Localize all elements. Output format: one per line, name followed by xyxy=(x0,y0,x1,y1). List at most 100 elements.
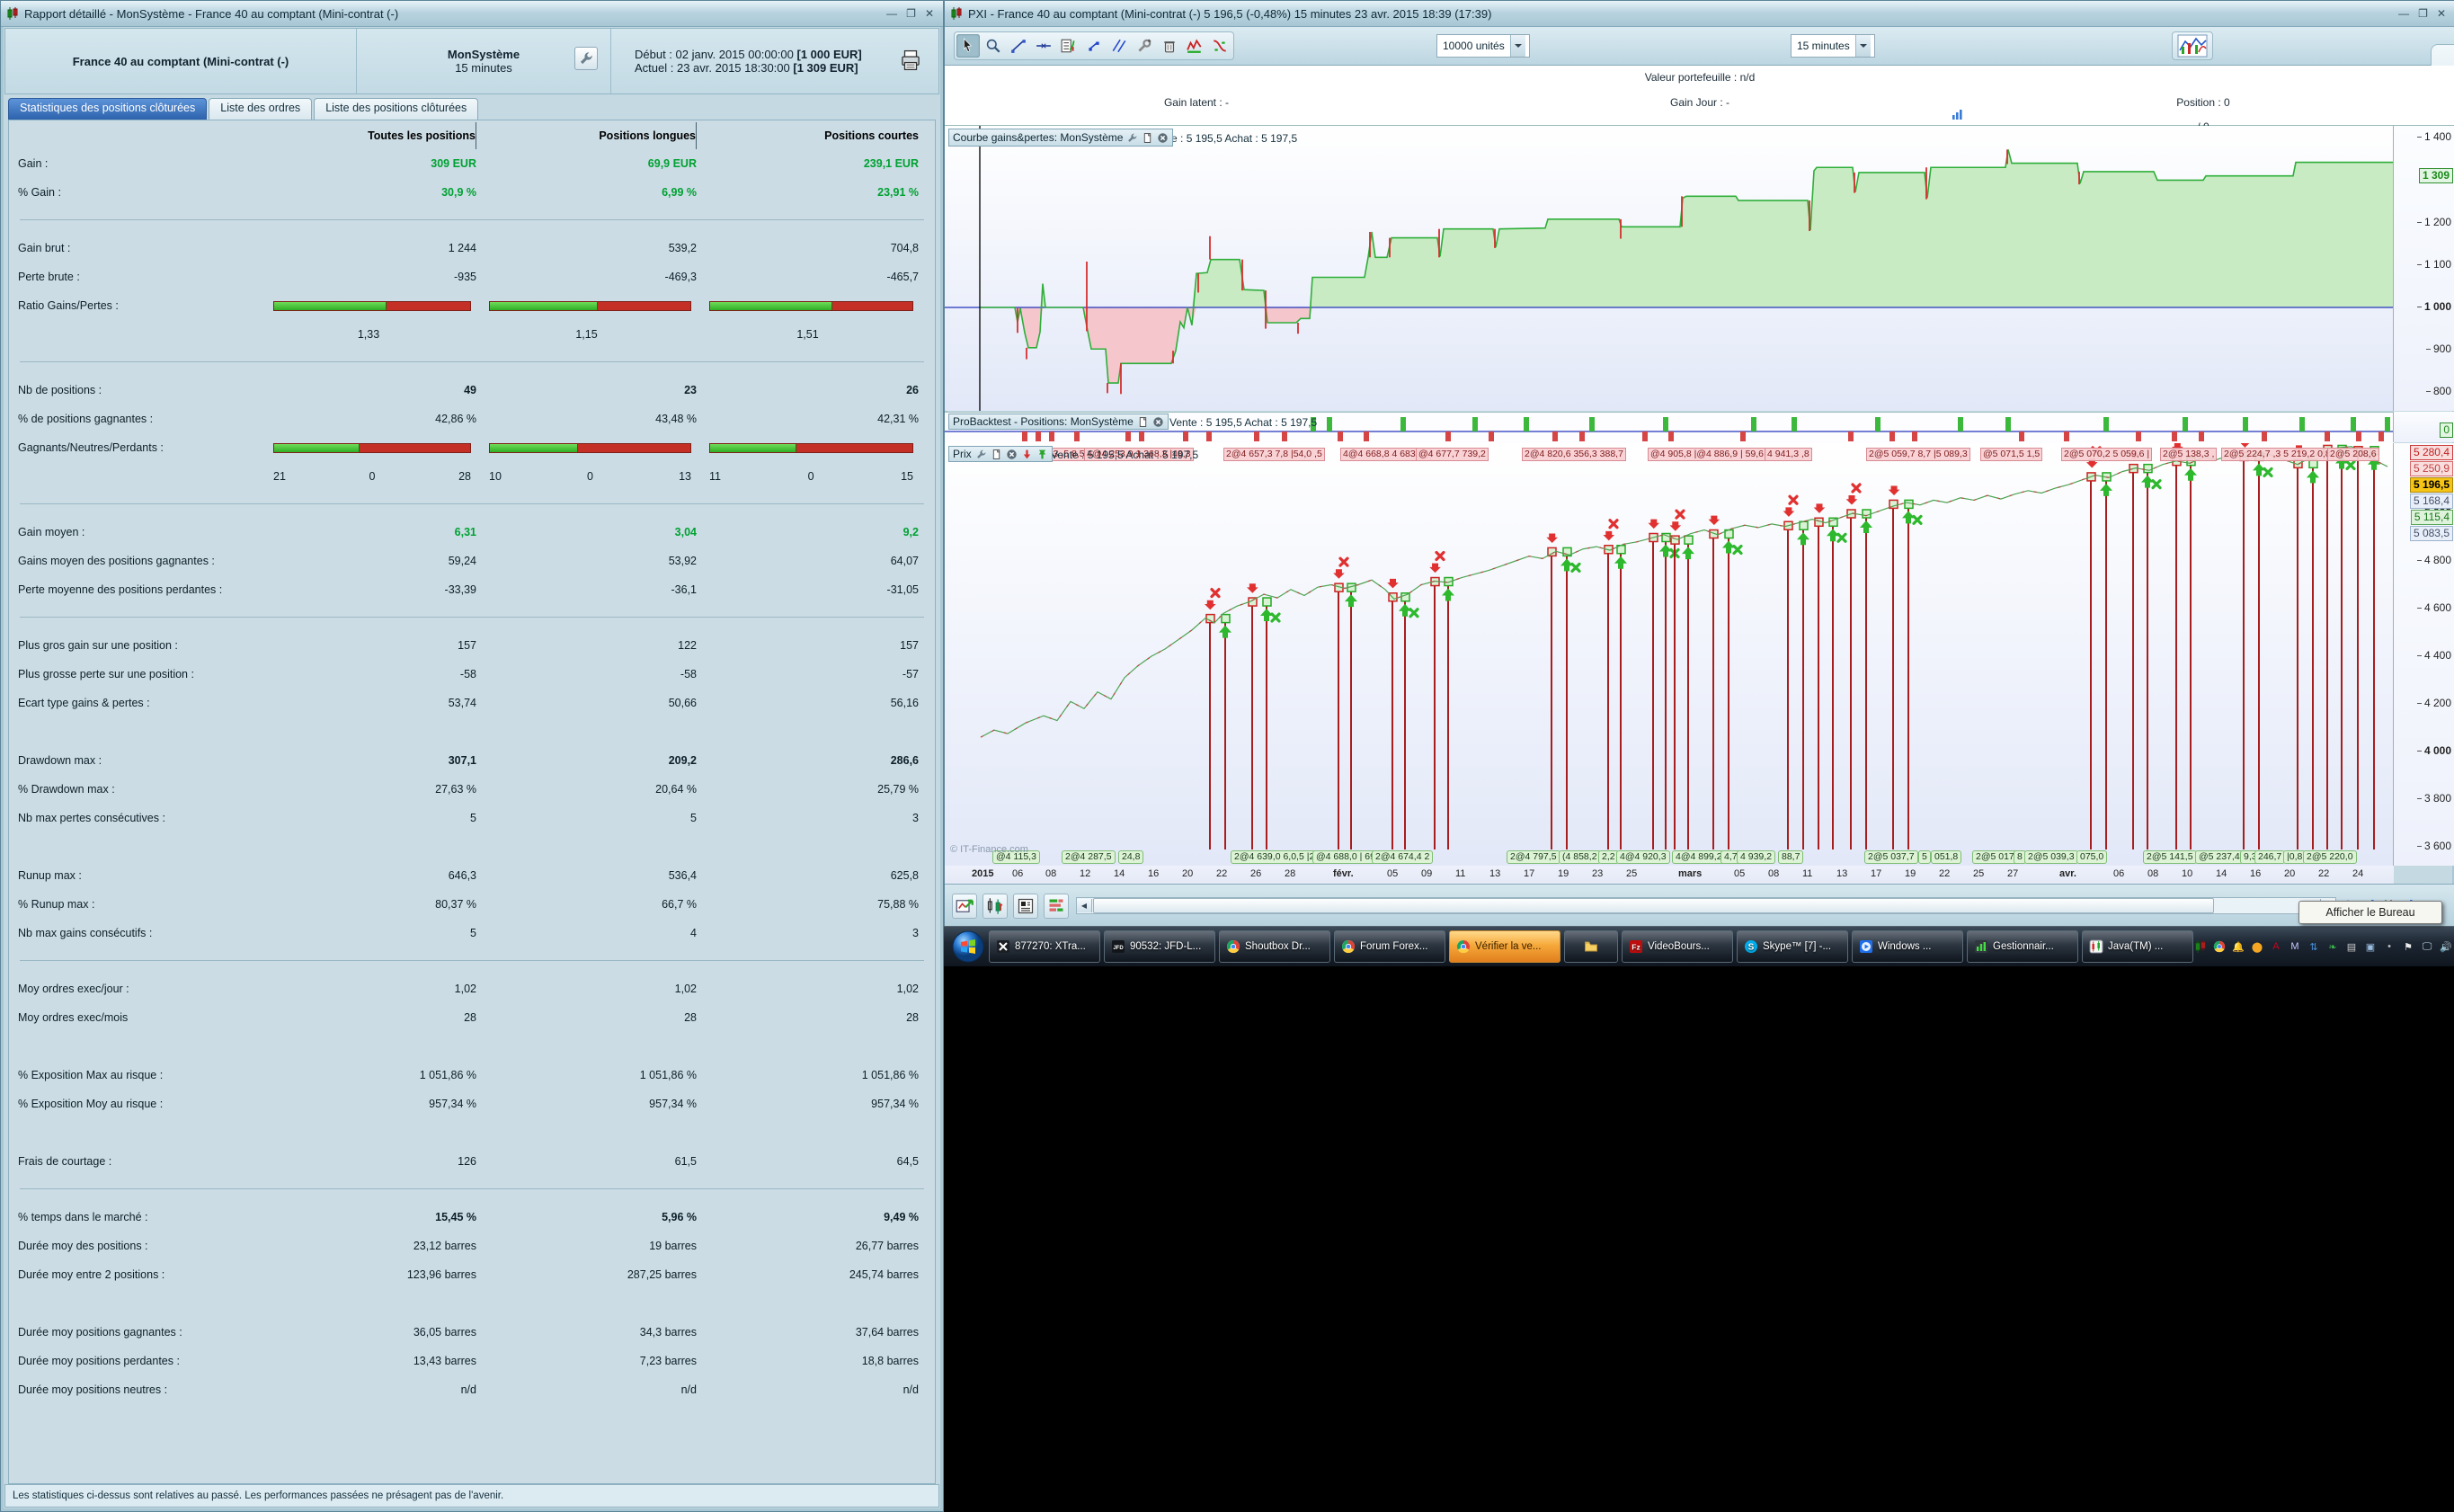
date-tick: 22 xyxy=(2318,868,2329,879)
flag-error-tray-icon[interactable]: ⚑ xyxy=(2401,939,2415,954)
orders-tool-button[interactable] xyxy=(1057,34,1080,58)
system-settings-wrench-icon[interactable] xyxy=(574,47,598,73)
close-icon[interactable]: ✕ xyxy=(2437,7,2446,20)
taskbar-button-taskmgr[interactable]: Gestionnair... xyxy=(1967,930,2078,963)
order-sell-label: @4 905,8 |@4 886,9 | 59,6 xyxy=(1648,448,1766,461)
report-titlebar[interactable]: Rapport détaillé - MonSystème - France 4… xyxy=(1,1,943,27)
price-chart-plot[interactable]: 09@4 098,3 ,5 8,54@4 253,9 1 368,3 |48,3… xyxy=(945,443,2394,866)
taskbar-button-fz[interactable]: FzVideoBours... xyxy=(1622,930,1733,963)
volume-tray-icon[interactable]: 🔊 xyxy=(2439,939,2453,954)
zigzag-tool-button[interactable] xyxy=(1183,34,1206,58)
sync-tray-icon[interactable]: ⇅ xyxy=(2307,939,2321,954)
leaf-tray-icon[interactable]: ❧ xyxy=(2325,939,2340,954)
price-panel-header[interactable]: Prix xyxy=(948,446,1053,462)
update-tray-icon[interactable]: ⬤ xyxy=(2250,939,2264,954)
parallel-lines-tool-button[interactable] xyxy=(1107,34,1131,58)
chart-titlebar[interactable]: PXI - France 40 au comptant (Mini-contra… xyxy=(945,1,2454,27)
units-dropdown[interactable]: 10000 unités xyxy=(1436,34,1530,58)
date-tick: 08 xyxy=(1768,868,1779,879)
copy-page-icon[interactable] xyxy=(991,449,1002,460)
svg-text:JFD: JFD xyxy=(1113,946,1124,951)
screen-tray-icon[interactable]: ▣ xyxy=(2363,939,2378,954)
restore-icon[interactable]: ❐ xyxy=(906,7,916,20)
print-icon[interactable] xyxy=(899,49,922,72)
candle-tray-icon[interactable] xyxy=(2193,939,2208,954)
section-divider xyxy=(20,503,924,504)
candle-list-icon[interactable] xyxy=(982,894,1008,919)
column-header-all[interactable]: Toutes les positions xyxy=(261,122,476,149)
minimize-icon[interactable]: — xyxy=(2398,7,2409,20)
timeframe-dropdown[interactable]: 15 minutes xyxy=(1791,34,1875,58)
positions-chart-icon[interactable] xyxy=(1952,109,2454,120)
pattern-tool-button[interactable] xyxy=(1208,34,1231,58)
taskbar-button-label: Vérifier la ve... xyxy=(1475,941,1542,952)
tools-tool-button[interactable] xyxy=(1133,34,1156,58)
positions-panel-header[interactable]: ProBacktest - Positions: MonSystème xyxy=(948,414,1169,430)
taskbar-button-chrome[interactable]: Shoutbox Dr... xyxy=(1219,930,1330,963)
trash-tool-button[interactable] xyxy=(1158,34,1181,58)
trendline-tool-button[interactable] xyxy=(1007,34,1030,58)
copy-page-icon[interactable] xyxy=(1142,132,1153,144)
taskbar-button-wmp[interactable]: Windows ... xyxy=(1852,930,1963,963)
pdf-tray-icon[interactable]: A xyxy=(2269,939,2283,954)
date-tick: 14 xyxy=(1114,868,1125,879)
taskbar-button-skype[interactable]: SSkype™ [7] -... xyxy=(1737,930,1848,963)
copy-page-icon[interactable] xyxy=(1137,416,1149,428)
segment-tool-button[interactable] xyxy=(1082,34,1106,58)
taskbar-button-folder[interactable] xyxy=(1564,930,1618,963)
scrollbar-thumb[interactable] xyxy=(1093,898,2214,913)
axis-tick: 1 100 xyxy=(2424,258,2451,271)
zoom-tool-button[interactable] xyxy=(982,34,1005,58)
taskbar-button-jfd[interactable]: JFD90532: JFD-L... xyxy=(1104,930,1215,963)
date-tick: 23 xyxy=(1592,868,1603,879)
horizontal-line-tool-button[interactable] xyxy=(1032,34,1055,58)
minimize-icon[interactable]: — xyxy=(886,7,897,20)
buy-arrow-icon[interactable] xyxy=(1036,449,1048,460)
net-tray-icon[interactable]: • xyxy=(2382,939,2396,954)
row-value: n/d xyxy=(261,1375,476,1404)
close-icon[interactable]: ✕ xyxy=(925,7,934,20)
export-chart-icon[interactable] xyxy=(952,894,977,919)
row-value: 286,6 xyxy=(697,746,919,775)
taskbar-button-chrome[interactable]: Vérifier la ve... xyxy=(1449,930,1560,963)
tab-closed-positions[interactable]: Liste des positions clôturées xyxy=(314,98,478,120)
app-candlestick-icon xyxy=(950,6,963,21)
close-icon[interactable] xyxy=(1152,416,1164,428)
chart-toolbar: 10000 unités 15 minutes xyxy=(945,27,2454,66)
column-header-long[interactable]: Positions longues xyxy=(476,122,697,149)
equity-curve-plot[interactable] xyxy=(945,126,2394,411)
column-header-short[interactable]: Positions courtes xyxy=(697,122,919,149)
market-depth-icon[interactable] xyxy=(1044,894,1069,919)
close-icon[interactable] xyxy=(1157,132,1169,144)
row-value: -58 xyxy=(476,660,697,689)
table-row: Durée moy positions neutres :n/dn/dn/d xyxy=(18,1375,926,1404)
tab-orders-list[interactable]: Liste des ordres xyxy=(209,98,312,120)
equity-panel-header[interactable]: Courbe gains&pertes: MonSystème xyxy=(948,129,1173,147)
start-button[interactable] xyxy=(951,929,985,964)
table-row: 1,331,151,51 xyxy=(18,320,926,349)
close-icon[interactable] xyxy=(1006,449,1018,460)
taskbar-button-prt[interactable]: Java(TM) ... xyxy=(2082,930,2193,963)
taskbar-button-xtrade[interactable]: 877270: XTra... xyxy=(989,930,1100,963)
row-value: 28 xyxy=(261,1003,476,1032)
row-label: Moy ordres exec/mois xyxy=(18,1003,261,1032)
row-value: n/d xyxy=(697,1375,919,1404)
tab-statistics[interactable]: Statistiques des positions clôturées xyxy=(8,98,207,120)
taskbar-button-chrome[interactable]: Forum Forex... xyxy=(1334,930,1445,963)
news-icon[interactable] xyxy=(1013,894,1038,919)
restore-icon[interactable]: ❐ xyxy=(2418,7,2428,20)
mail-tray-icon[interactable]: M xyxy=(2288,939,2302,954)
scroll-left-icon[interactable]: ◀ xyxy=(1077,899,1092,912)
bell-tray-icon[interactable]: 🔔 xyxy=(2231,939,2245,954)
chart-mode-button[interactable] xyxy=(2174,34,2210,58)
horizontal-scrollbar[interactable]: ◀ ▶ xyxy=(1076,897,2336,914)
wrench-icon[interactable] xyxy=(1126,132,1138,144)
printer-tray-icon[interactable]: ▤ xyxy=(2344,939,2359,954)
sell-arrow-icon[interactable] xyxy=(1021,449,1033,460)
row-label: % Runup max : xyxy=(18,890,261,919)
wrench-icon[interactable] xyxy=(975,449,987,460)
date-tick: 19 xyxy=(1905,868,1916,879)
lan-tray-icon[interactable]: 🖵 xyxy=(2420,939,2434,954)
cursor-tool-button[interactable] xyxy=(956,34,980,58)
chrome-tray-icon[interactable] xyxy=(2212,939,2227,954)
